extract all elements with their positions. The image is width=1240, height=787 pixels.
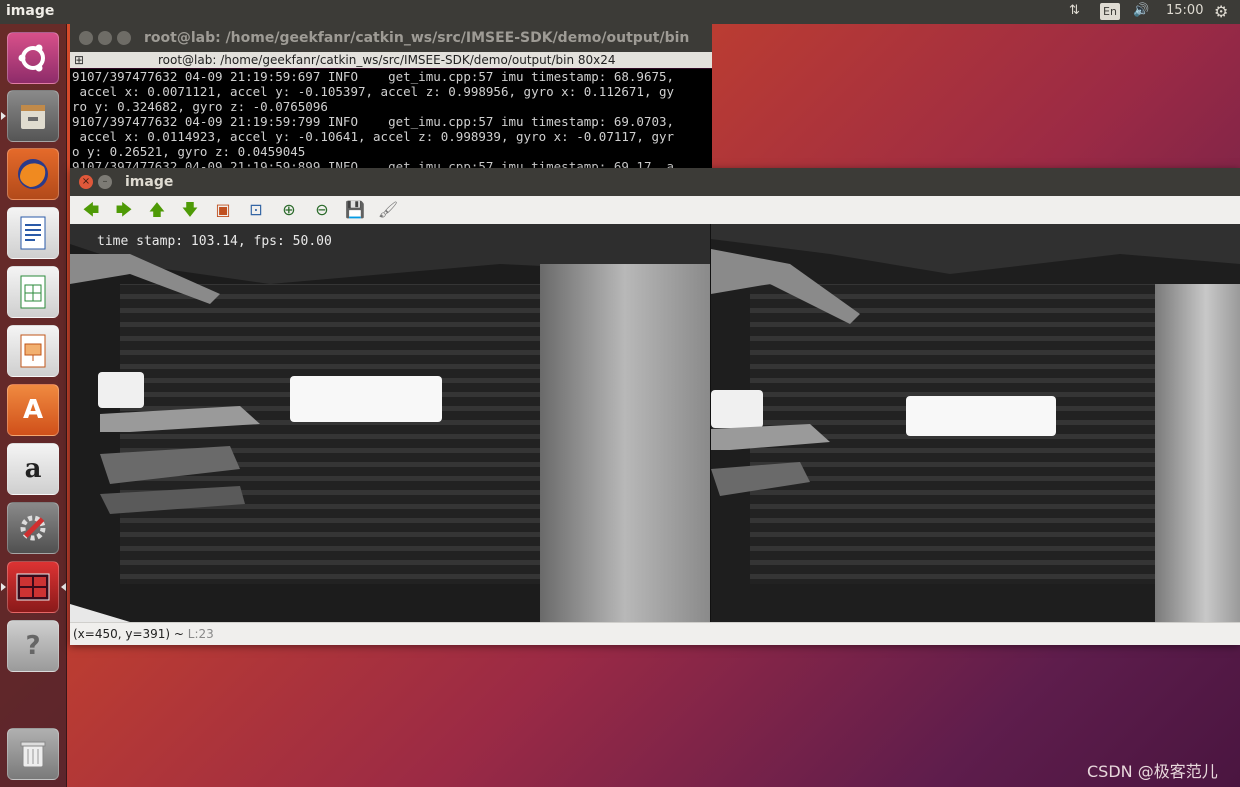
terminal-tab-icon: ⊞	[74, 53, 85, 67]
terminal-line: 9107/397477632 04-09 21:19:59:799 INFO g…	[72, 114, 675, 129]
shopping-bag-icon[interactable]: A	[7, 384, 59, 436]
minimize-icon[interactable]	[98, 31, 112, 45]
terminal-line: accel x: 0.0114923, accel y: -0.10641, a…	[72, 129, 675, 144]
pan-up-button[interactable]: 🡅	[146, 200, 168, 220]
impress-presentation-icon[interactable]	[7, 325, 59, 377]
zoom-in-button[interactable]: ⊕	[278, 200, 300, 220]
pan-left-button[interactable]: 🡄	[80, 200, 102, 220]
terminal-line: o y: 0.26521, gyro z: 0.0459045	[72, 144, 306, 159]
camera-image[interactable]: time stamp: 103.14, fps: 50.00	[70, 224, 1240, 622]
cursor-status: (x=450, y=391) ~ L:23	[73, 627, 214, 641]
watermark: CSDN @极客范儿	[1087, 762, 1218, 781]
calc-spreadsheet-icon[interactable]	[7, 266, 59, 318]
speaker-icon[interactable]: 🔊	[1133, 3, 1149, 18]
amazon-icon[interactable]: a	[7, 443, 59, 495]
top-panel: image ⇅ En 🔊 15:00 ⚙	[0, 0, 1240, 24]
close-icon[interactable]	[79, 31, 93, 45]
minimize-icon[interactable]: –	[98, 175, 112, 189]
ubuntu-logo-icon[interactable]	[7, 32, 59, 84]
timestamp-overlay: time stamp: 103.14, fps: 50.00	[97, 234, 332, 249]
cursor-coordinates: (x=450, y=391) ~	[73, 627, 188, 641]
language-indicator[interactable]: En	[1100, 3, 1120, 20]
terminal-output[interactable]: 9107/397477632 04-09 21:19:59:697 INFO g…	[70, 69, 712, 174]
terminal-line: 9107/397477632 04-09 21:19:59:697 INFO g…	[72, 69, 675, 84]
terminal-tabbar: ⊞ root@lab: /home/geekfanr/catkin_ws/src…	[70, 52, 712, 68]
status-bar: (x=450, y=391) ~ L:23	[70, 622, 1240, 645]
wrench-gear-icon[interactable]	[7, 502, 59, 554]
maximize-icon[interactable]	[117, 31, 131, 45]
trash-icon[interactable]	[7, 728, 59, 780]
zoom-out-button[interactable]: ⊖	[311, 200, 333, 220]
clock[interactable]: 15:00	[1166, 3, 1203, 18]
image-window-titlebar[interactable]: × – image	[70, 168, 1240, 196]
terminal-titlebar[interactable]: root@lab: /home/geekfanr/catkin_ws/src/I…	[70, 24, 712, 52]
image-window-title: image	[125, 174, 174, 190]
terminal-icon[interactable]	[7, 561, 59, 613]
file-cabinet-icon[interactable]	[7, 90, 59, 142]
launcher: A a ?	[0, 24, 67, 787]
save-button[interactable]: 💾	[344, 200, 366, 220]
terminal-line: accel x: 0.0071121, accel y: -0.105397, …	[72, 84, 675, 99]
pan-down-button[interactable]: 🡇	[179, 200, 201, 220]
close-icon[interactable]: ×	[79, 175, 93, 189]
writer-document-icon[interactable]	[7, 207, 59, 259]
firefox-icon[interactable]	[7, 148, 59, 200]
stereo-image	[70, 224, 1240, 622]
pan-right-button[interactable]: 🡆	[113, 200, 135, 220]
pixel-level: L:23	[187, 627, 214, 641]
zoom-original-button[interactable]: ▣	[212, 200, 234, 220]
terminal-title: root@lab: /home/geekfanr/catkin_ws/src/I…	[144, 30, 690, 46]
gear-icon[interactable]: ⚙	[1214, 2, 1228, 21]
properties-button[interactable]: 🖌	[377, 200, 399, 220]
image-window[interactable]: × – image 🡄 🡆 🡅 🡇 ▣ ⊡ ⊕ ⊖ 💾 🖌 time stamp…	[70, 168, 1240, 645]
terminal-tab-title: root@lab: /home/geekfanr/catkin_ws/src/I…	[158, 53, 616, 67]
terminal-line: ro y: 0.324682, gyro z: -0.0765096	[72, 99, 328, 114]
image-toolbar: 🡄 🡆 🡅 🡇 ▣ ⊡ ⊕ ⊖ 💾 🖌	[70, 196, 1240, 225]
zoom-fit-button[interactable]: ⊡	[245, 200, 267, 220]
terminal-window[interactable]: root@lab: /home/geekfanr/catkin_ws/src/I…	[70, 24, 712, 174]
question-icon[interactable]: ?	[7, 620, 59, 672]
active-app-title: image	[6, 3, 55, 19]
updown-arrows-icon[interactable]: ⇅	[1069, 3, 1080, 18]
